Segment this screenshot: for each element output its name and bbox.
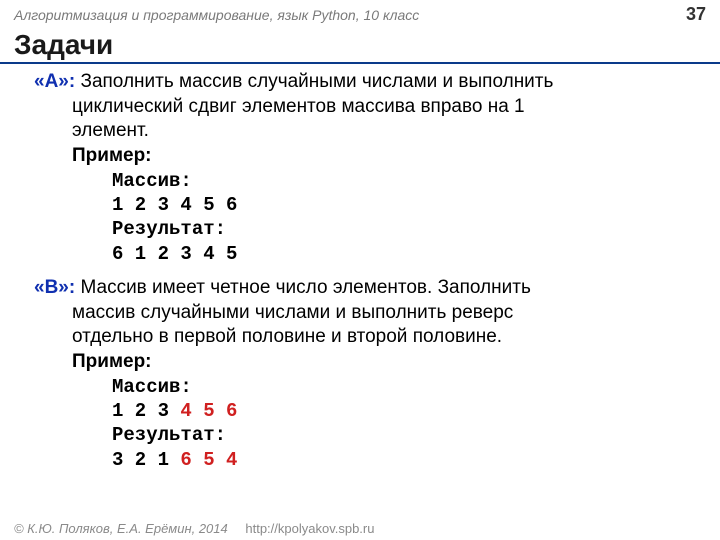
- task-b-result-values: 3 2 1 6 5 4: [34, 448, 696, 472]
- footer-credits: © К.Ю. Поляков, Е.А. Ерёмин, 2014: [14, 521, 228, 536]
- task-b-res-p1: 3 2 1: [112, 449, 180, 471]
- task-b-line1: «B»: Массив имеет четное число элементов…: [34, 276, 696, 301]
- page-number: 37: [686, 4, 706, 25]
- task-b: «B»: Массив имеет четное число элементов…: [34, 276, 696, 472]
- slide-header: Алгоритмизация и программирование, язык …: [0, 0, 720, 27]
- task-a: «A»: Заполнить массив случайными числами…: [34, 70, 696, 266]
- task-a-result-label: Результат:: [34, 217, 696, 241]
- task-b-arr-p1: 1 2 3: [112, 400, 180, 422]
- task-a-array-label: Массив:: [34, 169, 696, 193]
- task-a-array-values: 1 2 3 4 5 6: [34, 193, 696, 217]
- slide-title: Задачи: [0, 27, 720, 64]
- task-a-label: «A»:: [34, 71, 75, 92]
- footer-url: http://kpolyakov.spb.ru: [245, 521, 374, 536]
- task-a-line1: «A»: Заполнить массив случайными числами…: [34, 70, 696, 95]
- example-label: Пример:: [72, 145, 152, 166]
- task-b-res-p2: 6 5 4: [180, 449, 237, 471]
- slide-content: «A»: Заполнить массив случайными числами…: [0, 70, 720, 472]
- task-b-array-label: Массив:: [34, 375, 696, 399]
- task-a-text2: циклический сдвиг элементов массива впра…: [34, 95, 696, 120]
- example-label-b: Пример:: [72, 351, 152, 372]
- task-a-result-values: 6 1 2 3 4 5: [34, 242, 696, 266]
- task-b-text1: Массив имеет четное число элементов. Зап…: [75, 277, 531, 298]
- task-b-label: «B»:: [34, 277, 75, 298]
- task-b-arr-p2: 4 5 6: [180, 400, 237, 422]
- task-b-array-values: 1 2 3 4 5 6: [34, 399, 696, 423]
- task-a-text3: элемент.: [34, 119, 696, 144]
- task-a-text1: Заполнить массив случайными числами и вы…: [75, 71, 553, 92]
- task-b-text2: массив случайными числами и выполнить ре…: [34, 301, 696, 326]
- task-a-example: Пример:: [34, 144, 696, 169]
- task-b-result-label: Результат:: [34, 423, 696, 447]
- task-b-text3: отдельно в первой половине и второй поло…: [34, 325, 696, 350]
- course-title: Алгоритмизация и программирование, язык …: [14, 7, 419, 23]
- slide-footer: © К.Ю. Поляков, Е.А. Ерёмин, 2014 http:/…: [14, 521, 374, 536]
- task-b-example: Пример:: [34, 350, 696, 375]
